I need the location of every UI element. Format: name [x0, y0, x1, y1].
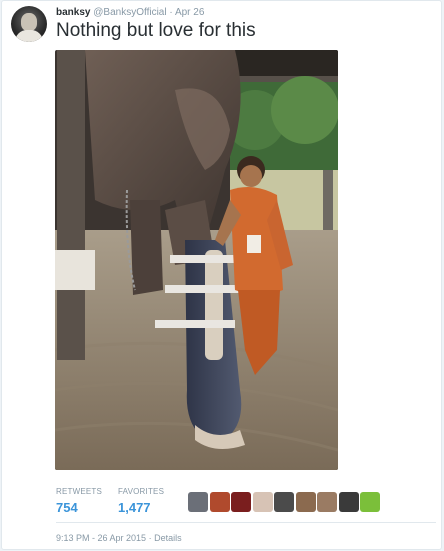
tweet-text: Nothing but love for this: [56, 20, 256, 41]
tweet-meta: 9:13 PM - 26 Apr 2015 · Details: [56, 533, 182, 543]
avatar-shirt: [15, 30, 43, 42]
tweet-date[interactable]: Apr 26: [175, 7, 204, 18]
avatar-face: [21, 13, 37, 31]
favorites-stat[interactable]: FAVORITES 1,477: [118, 487, 164, 515]
tweet-timestamp[interactable]: 9:13 PM - 26 Apr 2015: [56, 533, 146, 543]
user-avatar[interactable]: [11, 6, 47, 42]
retweets-stat[interactable]: RETWEETS 754: [56, 487, 102, 515]
favorites-label: FAVORITES: [118, 487, 165, 496]
elephant-prosthesis-photo: [55, 50, 338, 470]
details-link[interactable]: Details: [154, 533, 182, 543]
favoriter-avatar[interactable]: [209, 492, 230, 512]
user-name[interactable]: banksy: [56, 7, 90, 18]
favoriter-avatar[interactable]: [360, 492, 380, 512]
tweet-card: banksy @BanksyOfficial · Apr 26 Nothing …: [1, 0, 442, 550]
favoriter-avatar[interactable]: [252, 492, 273, 512]
tweet-photo[interactable]: [55, 50, 338, 470]
favoriter-avatar[interactable]: [295, 492, 316, 512]
divider: [56, 522, 436, 523]
user-handle[interactable]: @BanksyOfficial: [93, 7, 166, 18]
tweet-header: banksy @BanksyOfficial · Apr 26: [56, 7, 204, 19]
favoriter-avatar[interactable]: [188, 492, 208, 512]
meta-separator: ·: [148, 533, 152, 543]
favorites-count: 1,477: [118, 500, 151, 515]
retweets-count: 754: [56, 500, 78, 515]
favoriter-avatar[interactable]: [274, 492, 294, 512]
header-separator: ·: [169, 7, 173, 18]
retweets-label: RETWEETS: [56, 487, 103, 496]
favoriter-avatar[interactable]: [338, 492, 359, 512]
favoriter-avatar[interactable]: [317, 492, 337, 512]
favoriter-avatar[interactable]: [231, 492, 251, 512]
